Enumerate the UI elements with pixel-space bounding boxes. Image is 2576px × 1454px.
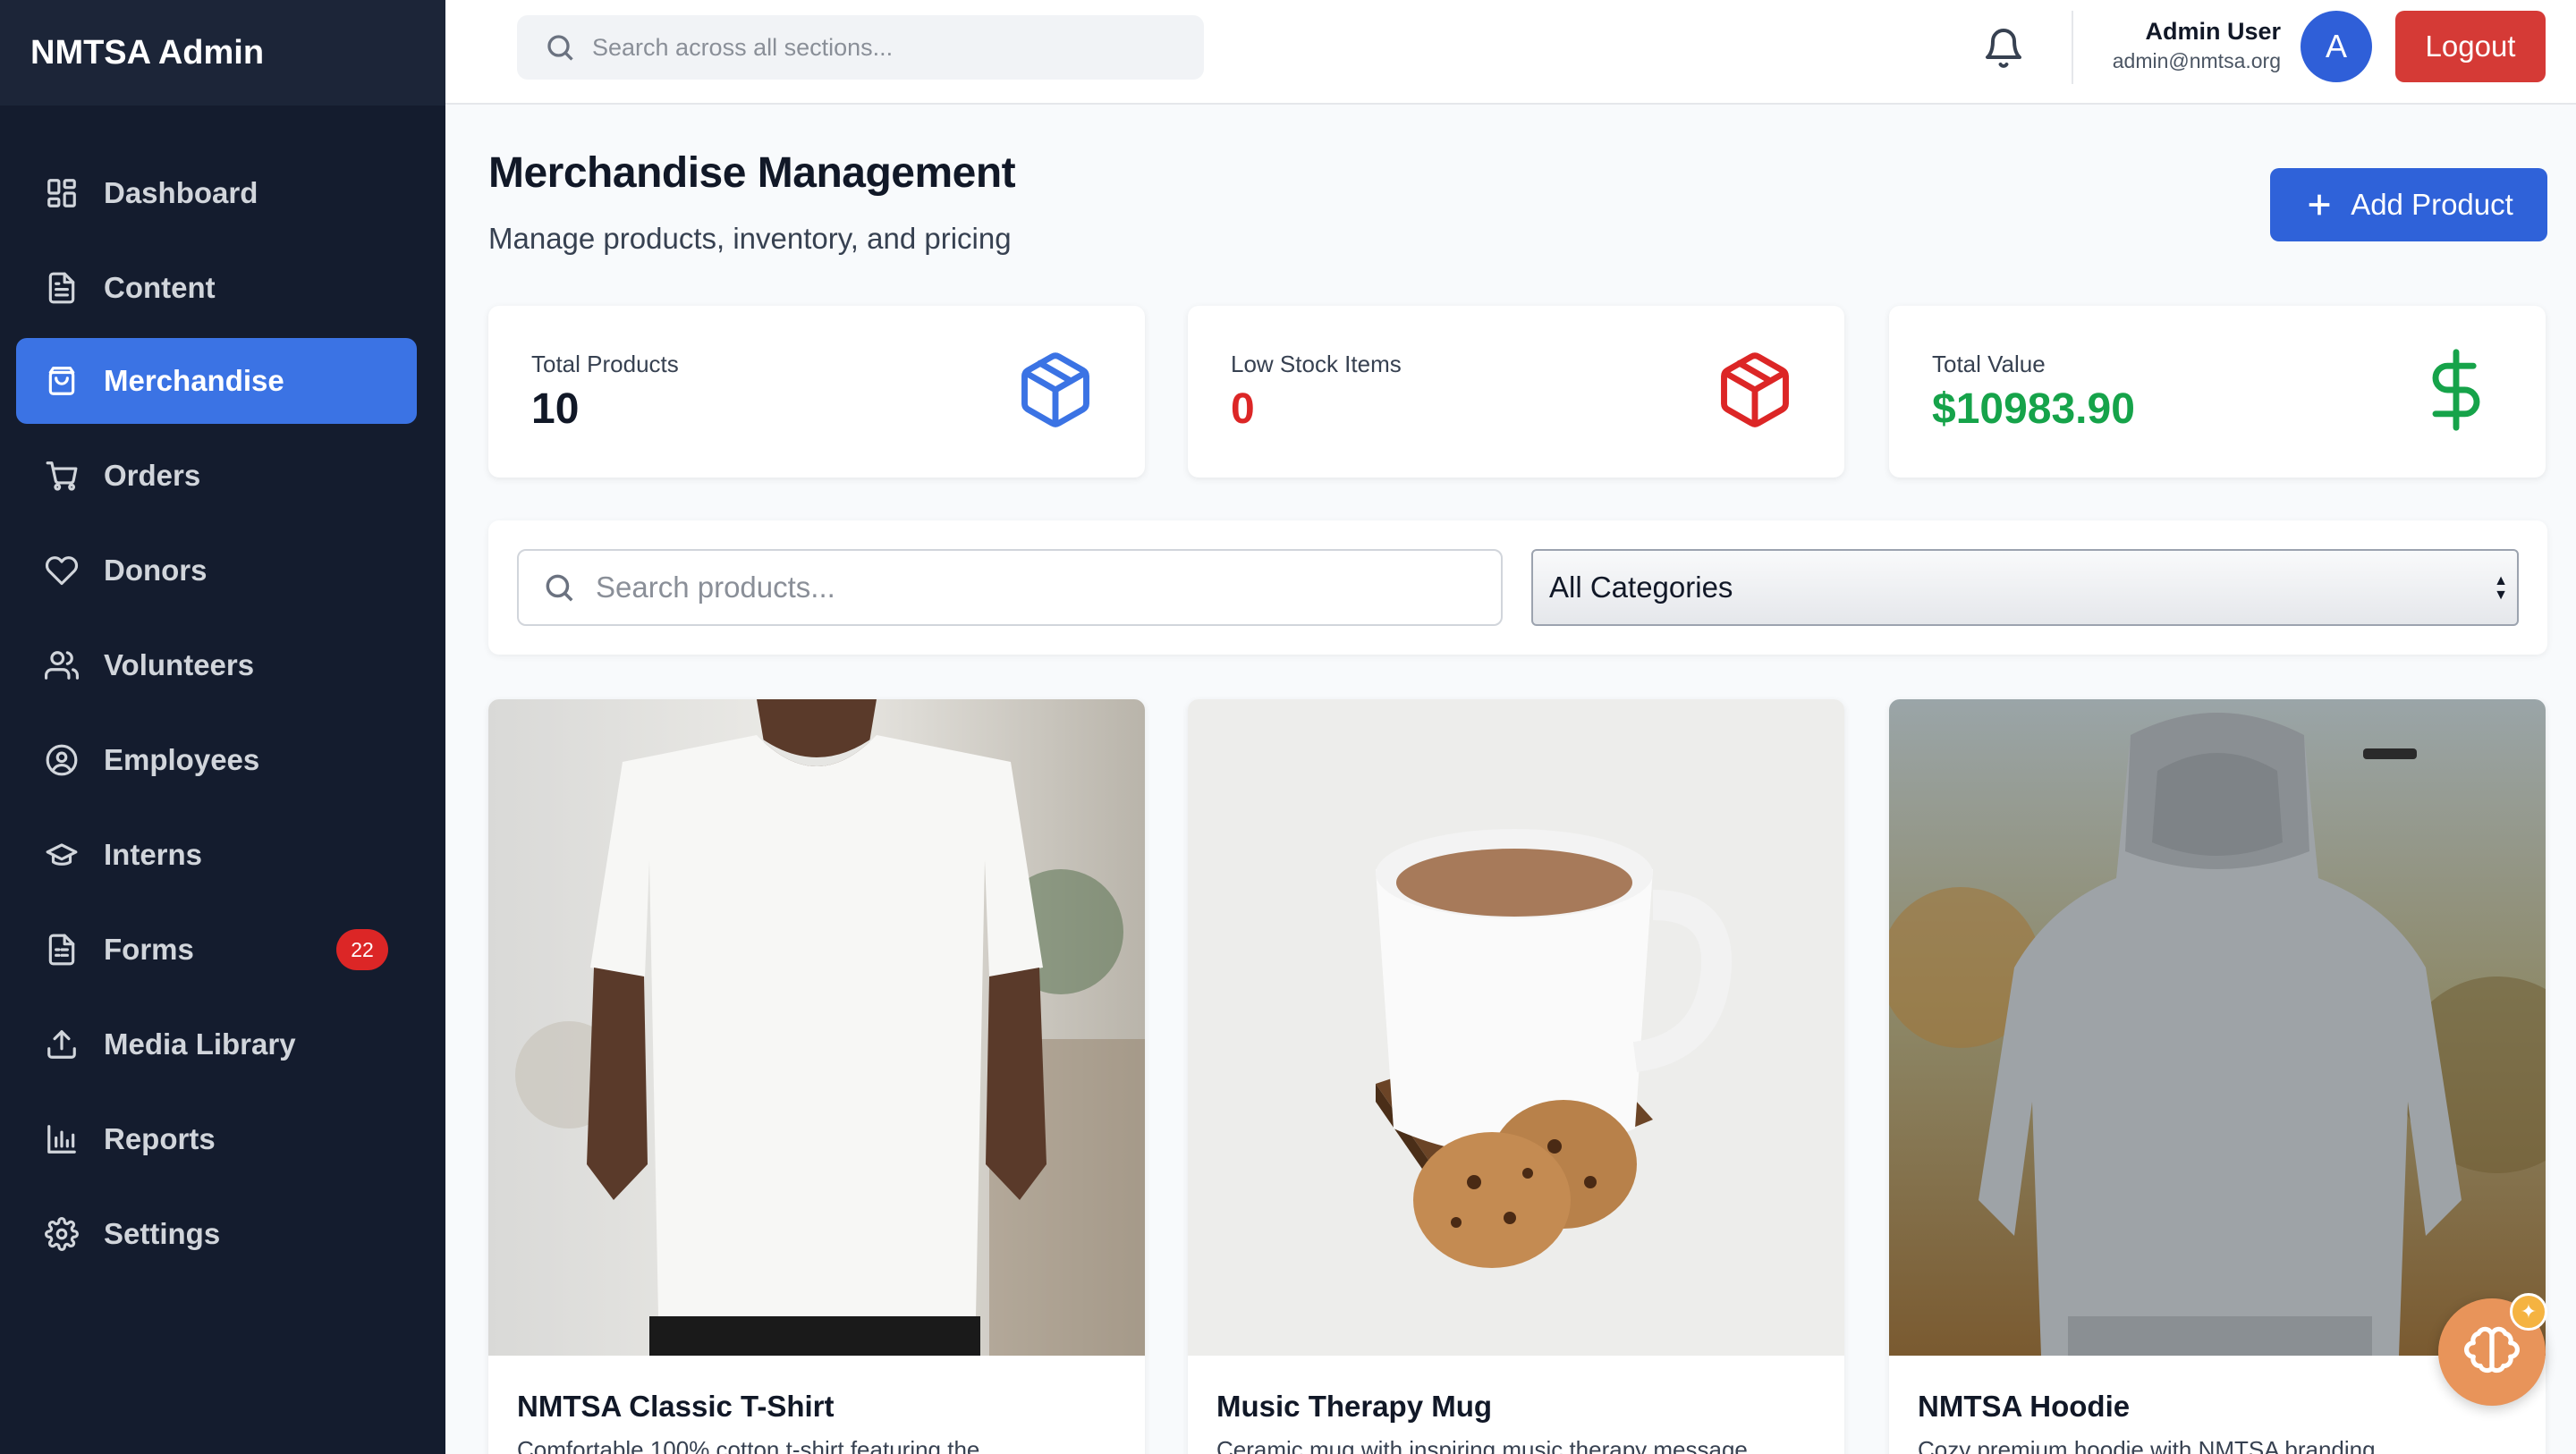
category-selected-value: All Categories — [1549, 571, 1733, 604]
sidebar-item-label: Donors — [104, 554, 208, 587]
upload-icon — [45, 1027, 79, 1061]
product-description: Cozy premium hoodie with NMTSA branding — [1918, 1436, 2376, 1454]
product-search-box[interactable] — [517, 549, 1503, 626]
product-name: Music Therapy Mug — [1216, 1390, 1493, 1423]
dollar-sign-icon — [2415, 349, 2497, 431]
sidebar-item-label: Settings — [104, 1217, 221, 1250]
users-icon — [45, 648, 79, 682]
sidebar-item-interns[interactable]: Interns — [16, 812, 417, 898]
sidebar-item-dashboard[interactable]: Dashboard — [16, 150, 417, 236]
cart-icon — [45, 459, 79, 493]
sidebar: NMTSA Admin Dashboard Content Merchandis… — [0, 0, 445, 1454]
product-card[interactable]: NMTSA Classic T-Shirt Comfortable 100% c… — [488, 699, 1145, 1454]
user-info: Admin User admin@nmtsa.org — [2113, 18, 2281, 73]
brand-header: NMTSA Admin — [0, 0, 445, 106]
product-card[interactable]: Music Therapy Mug Ceramic mug with inspi… — [1188, 699, 1844, 1454]
page-title: Merchandise Management — [488, 149, 1016, 197]
filter-bar: All Categories ▲▼ — [488, 520, 2547, 655]
sidebar-item-reports[interactable]: Reports — [16, 1096, 417, 1182]
notifications-bell-icon[interactable] — [1982, 27, 2025, 70]
stat-value: 10 — [531, 385, 580, 433]
stat-card-total-value: Total Value $10983.90 — [1889, 306, 2546, 478]
search-icon — [547, 35, 573, 61]
avatar[interactable]: A — [2301, 11, 2372, 82]
package-alert-icon — [1714, 349, 1796, 431]
package-icon — [1014, 349, 1097, 431]
document-icon — [45, 271, 79, 305]
sidebar-item-label: Interns — [104, 838, 203, 871]
stat-label: Low Stock Items — [1231, 351, 1402, 377]
graduation-cap-icon — [45, 838, 79, 872]
stat-value: $10983.90 — [1932, 385, 2135, 433]
add-product-button[interactable]: Add Product — [2270, 168, 2547, 241]
stat-label: Total Products — [531, 351, 679, 377]
sidebar-item-label: Volunteers — [104, 648, 255, 681]
heart-icon — [45, 554, 79, 588]
sidebar-item-forms[interactable]: Forms 22 — [16, 907, 417, 993]
product-image-hoodie — [1889, 699, 2546, 1356]
user-email: admin@nmtsa.org — [2112, 49, 2281, 72]
sidebar-item-label: Employees — [104, 743, 260, 776]
sidebar-item-media-library[interactable]: Media Library — [16, 1002, 417, 1087]
plus-icon — [2309, 194, 2330, 216]
user-name: Admin User — [2145, 18, 2281, 45]
sidebar-item-donors[interactable]: Donors — [16, 528, 417, 613]
sidebar-item-label: Forms — [104, 933, 194, 966]
sparkle-icon: ✦ — [2510, 1293, 2547, 1331]
sidebar-item-volunteers[interactable]: Volunteers — [16, 622, 417, 708]
search-icon — [546, 574, 573, 602]
bar-chart-icon — [45, 1122, 79, 1156]
sidebar-item-content[interactable]: Content — [16, 245, 417, 331]
sidebar-item-label: Content — [104, 271, 216, 304]
header-divider — [2072, 11, 2073, 84]
user-circle-icon — [45, 743, 79, 777]
add-product-label: Add Product — [2351, 188, 2513, 221]
stat-label: Total Value — [1932, 351, 2046, 377]
stat-card-low-stock: Low Stock Items 0 — [1188, 306, 1844, 478]
select-arrows-icon: ▲ ▼ — [2494, 573, 2508, 603]
sidebar-item-label: Dashboard — [104, 176, 258, 209]
global-search-box[interactable] — [517, 15, 1204, 80]
product-image-tshirt — [488, 699, 1145, 1356]
sidebar-item-label: Orders — [104, 459, 201, 492]
form-icon — [45, 933, 79, 967]
dashboard-icon — [45, 176, 79, 210]
top-header: Admin User admin@nmtsa.org A Logout — [445, 0, 2576, 105]
sidebar-item-employees[interactable]: Employees — [16, 717, 417, 803]
logout-button[interactable]: Logout — [2395, 11, 2546, 82]
brain-icon — [2464, 1326, 2520, 1374]
shopping-bag-icon — [45, 364, 79, 398]
sidebar-item-settings[interactable]: Settings — [16, 1191, 417, 1277]
sidebar-item-label: Merchandise — [104, 364, 284, 397]
product-name: NMTSA Classic T-Shirt — [517, 1390, 835, 1423]
sidebar-item-label: Media Library — [104, 1027, 296, 1061]
sidebar-item-merchandise[interactable]: Merchandise — [16, 338, 417, 424]
sidebar-item-orders[interactable]: Orders — [16, 433, 417, 519]
product-description: Comfortable 100% cotton t-shirt featurin… — [517, 1436, 980, 1454]
page-subtitle: Manage products, inventory, and pricing — [488, 222, 1012, 255]
category-select[interactable]: All Categories ▲ ▼ — [1531, 549, 2519, 626]
product-name: NMTSA Hoodie — [1918, 1390, 2131, 1423]
product-image-mug — [1188, 699, 1844, 1356]
gear-icon — [45, 1217, 79, 1251]
stat-card-total-products: Total Products 10 — [488, 306, 1145, 478]
global-search-input[interactable] — [592, 33, 1165, 62]
forms-count-badge: 22 — [336, 929, 388, 970]
product-description: Ceramic mug with inspiring music therapy… — [1216, 1436, 1748, 1454]
sidebar-item-label: Reports — [104, 1122, 216, 1155]
stat-value: 0 — [1231, 385, 1255, 433]
brand-title: NMTSA Admin — [30, 33, 265, 72]
product-search-input[interactable] — [596, 571, 1454, 604]
